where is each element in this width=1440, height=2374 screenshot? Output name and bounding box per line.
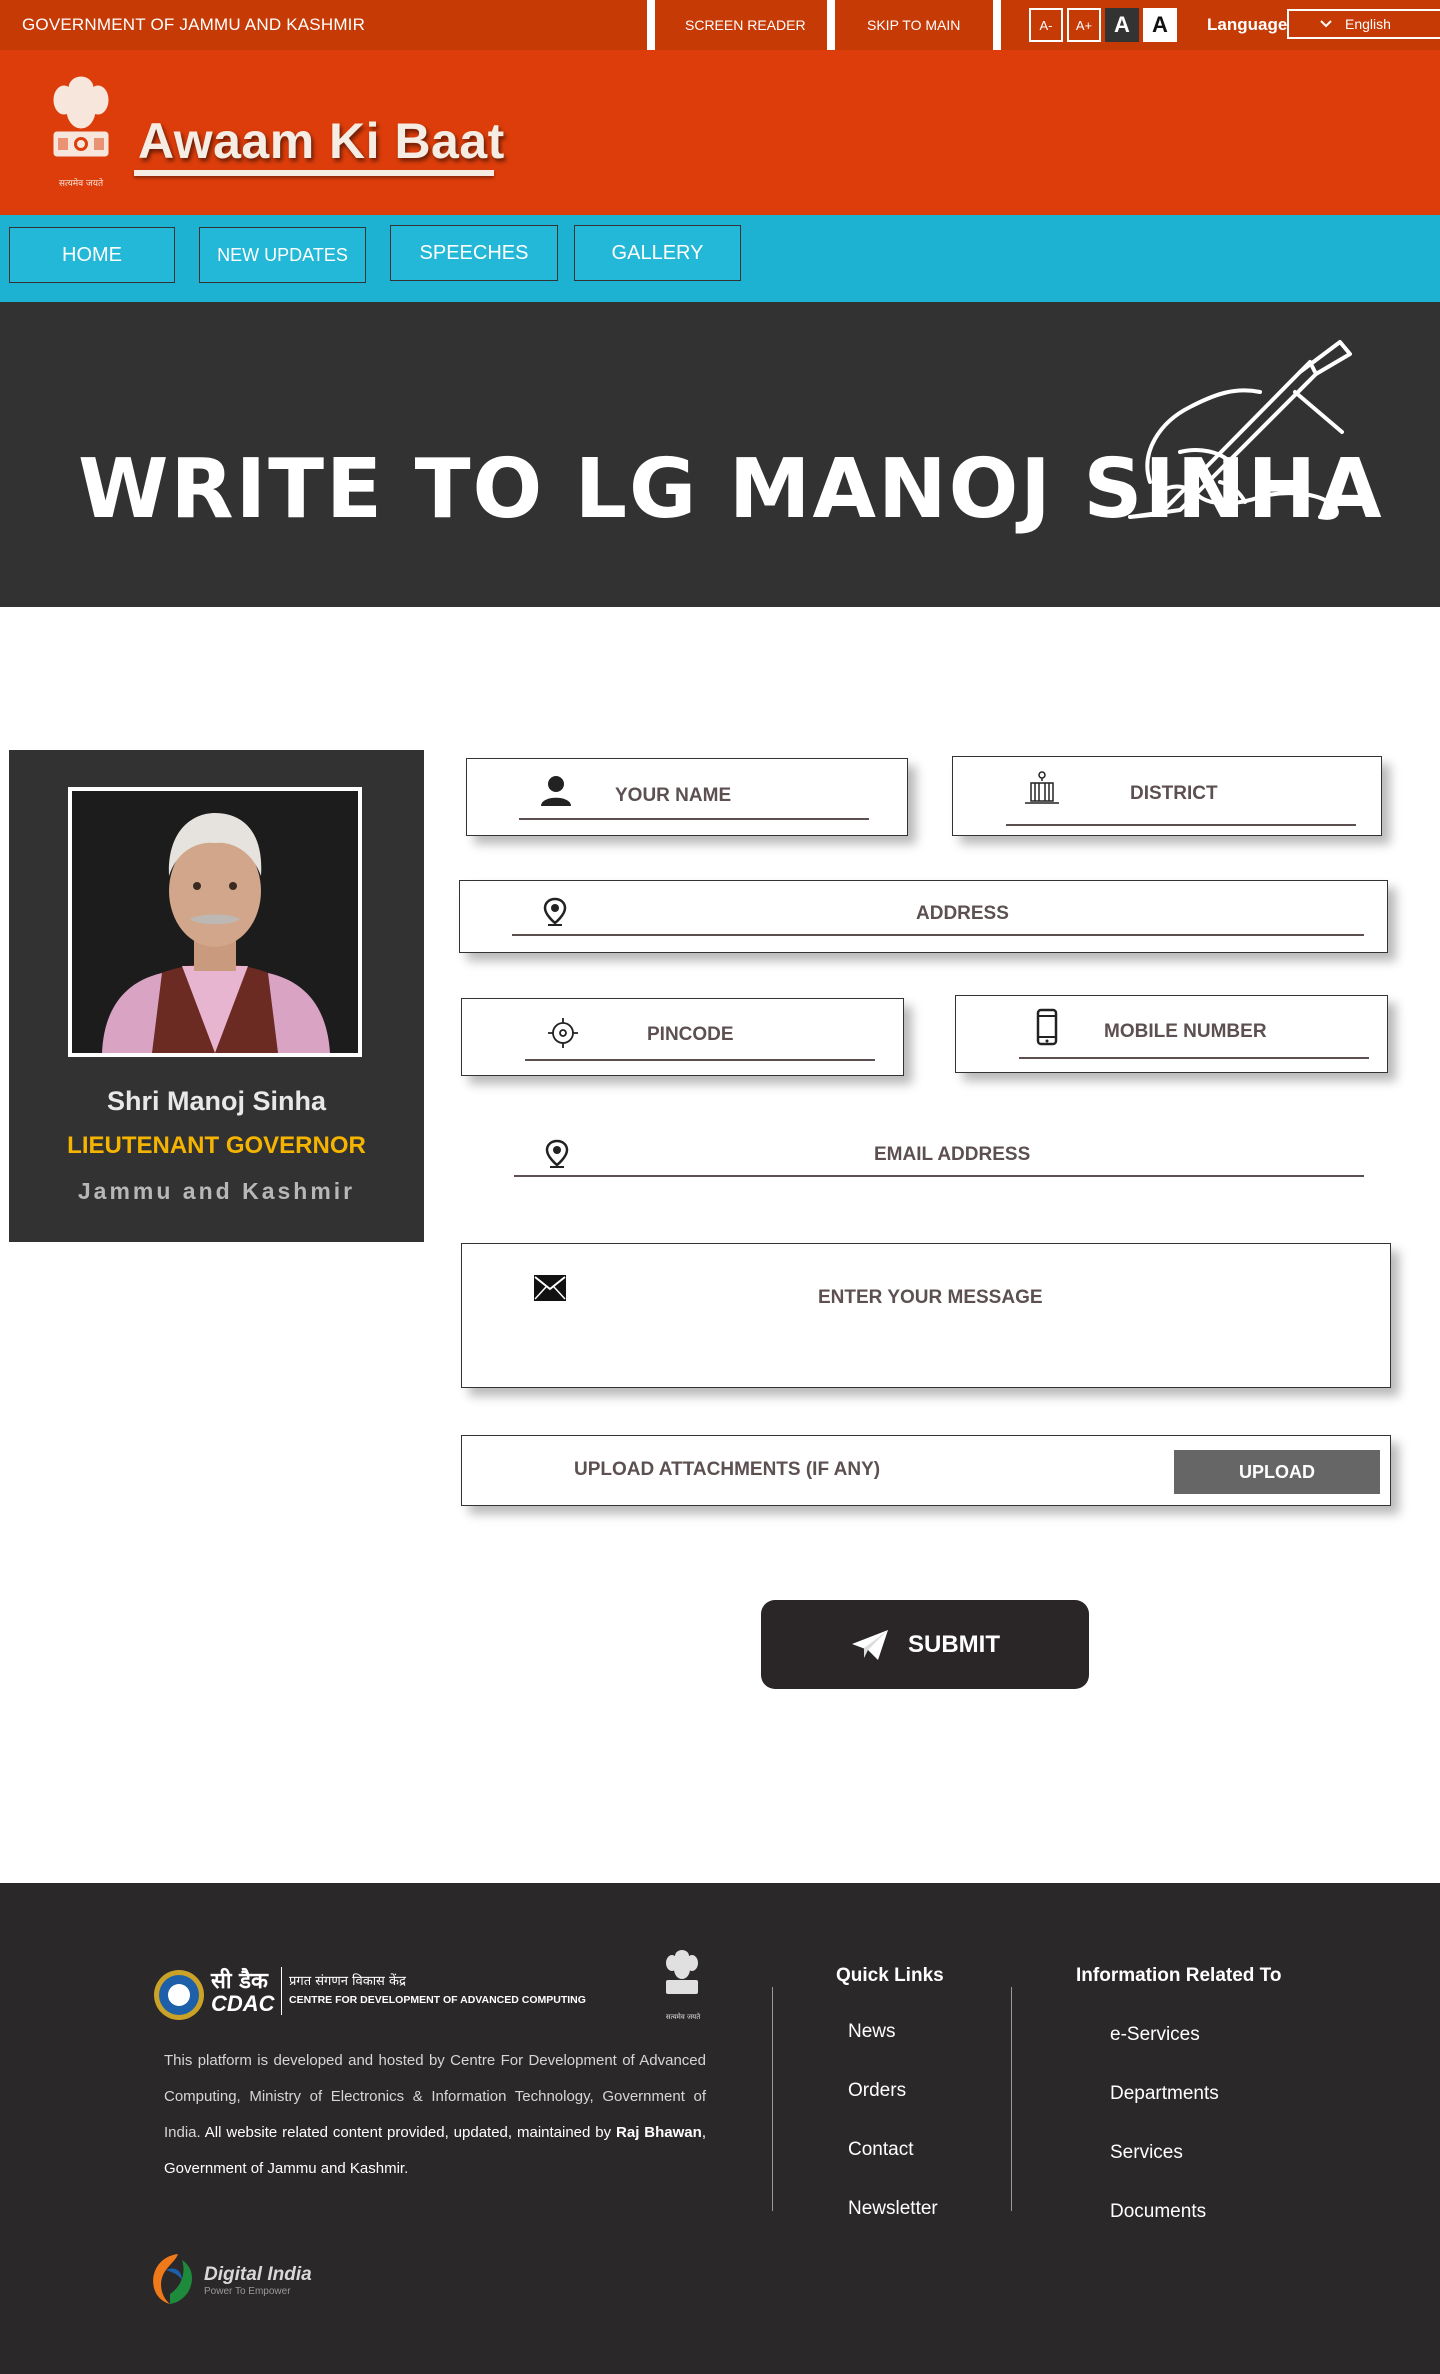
mobile-phone-icon: [1036, 1008, 1058, 1046]
upload-button[interactable]: UPLOAD: [1174, 1450, 1380, 1494]
font-large-button[interactable]: A: [1143, 8, 1177, 42]
cdac-short: CDAC: [211, 1991, 275, 2016]
pincode-placeholder: PINCODE: [647, 1024, 734, 1045]
nav-item-home[interactable]: HOME: [9, 227, 175, 283]
underline: [525, 1059, 875, 1061]
submit-label: SUBMIT: [908, 1630, 1000, 1658]
font-decrease-button[interactable]: A-: [1029, 8, 1063, 42]
underline: [514, 1175, 1364, 1177]
pincode-field[interactable]: PINCODE: [461, 998, 904, 1076]
font-increase-button[interactable]: A+: [1067, 8, 1101, 42]
footer-link-e-services[interactable]: e-Services: [1110, 2024, 1200, 2046]
footer-link-departments[interactable]: Departments: [1110, 2083, 1219, 2105]
cdac-full-name: CENTRE FOR DEVELOPMENT OF ADVANCED COMPU…: [289, 1994, 586, 2006]
national-emblem-icon: [53, 76, 109, 157]
location-pin-icon: [543, 897, 567, 926]
mobile-placeholder: MOBILE NUMBER: [1104, 1021, 1267, 1042]
digital-india-text: Digital India: [204, 2264, 312, 2285]
paper-plane-icon: [852, 1629, 888, 1660]
divider: [993, 0, 1001, 50]
footer-about-text: This platform is developed and hosted by…: [164, 2043, 706, 2187]
district-placeholder: DISTRICT: [1130, 783, 1218, 804]
chevron-down-icon: [1320, 20, 1332, 28]
digital-india-swirl-icon: [153, 2254, 192, 2304]
mobile-field[interactable]: MOBILE NUMBER: [955, 995, 1388, 1073]
location-pin-icon: [545, 1139, 569, 1168]
top-bar: GOVERNMENT OF JAMMU AND KASHMIR SCREEN R…: [0, 0, 1440, 50]
skip-to-main-link[interactable]: SKIP TO MAIN: [867, 17, 960, 33]
nav-item-speeches[interactable]: SPEECHES: [390, 225, 558, 281]
name-placeholder: YOUR NAME: [615, 785, 732, 806]
divider: [647, 0, 655, 50]
footer-link-services[interactable]: Services: [1110, 2142, 1183, 2164]
footer-emblem-motto: सत्यमेव जयते: [665, 2013, 701, 2021]
raj-bhawan-text: Raj Bhawan: [616, 2124, 702, 2141]
footer-link-orders[interactable]: Orders: [848, 2080, 906, 2102]
envelope-icon: [534, 1275, 566, 1301]
footer-link-news[interactable]: News: [848, 2021, 896, 2043]
divider: [1011, 1987, 1012, 2211]
title-underline: [134, 170, 494, 176]
cdac-logo: सी डैक CDAC प्रगत संगणन विकास केंद्र CEN…: [153, 1965, 593, 2021]
lg-photo: [68, 787, 362, 1057]
site-title[interactable]: Awaam Ki Baat: [138, 112, 505, 170]
nav-item-new-updates[interactable]: NEW UPDATES: [199, 227, 366, 283]
underline: [1006, 824, 1356, 826]
language-label: Language: [1207, 15, 1288, 34]
district-field[interactable]: DISTRICT: [952, 756, 1382, 836]
cdac-hindi-full: प्रगत संगणन विकास केंद्र: [289, 1974, 406, 1989]
digital-india-tagline: Power To Empower: [204, 2286, 291, 2297]
divider: [772, 1987, 773, 2211]
message-textarea[interactable]: ENTER YOUR MESSAGE: [461, 1243, 1391, 1388]
user-icon: [541, 776, 571, 806]
address-field[interactable]: ADDRESS: [459, 880, 1388, 953]
cdac-seal-icon: [154, 1970, 204, 2020]
underline: [512, 934, 1364, 936]
email-placeholder: EMAIL ADDRESS: [874, 1144, 1031, 1165]
language-value: English: [1345, 16, 1391, 32]
submit-button[interactable]: SUBMIT: [761, 1600, 1089, 1689]
footer-link-contact[interactable]: Contact: [848, 2139, 913, 2161]
lg-name: Shri Manoj Sinha: [106, 1086, 327, 1116]
quick-links-title: Quick Links: [836, 1965, 944, 1986]
font-normal-button[interactable]: A: [1105, 8, 1139, 42]
screen-reader-link[interactable]: SCREEN READER: [685, 17, 806, 33]
government-title: GOVERNMENT OF JAMMU AND KASHMIR: [22, 15, 366, 34]
underline: [1019, 1057, 1369, 1059]
upload-label: UPLOAD ATTACHMENTS (IF ANY): [574, 1459, 881, 1480]
national-emblem-icon: [666, 1950, 698, 1994]
footer-link-newsletter[interactable]: Newsletter: [848, 2198, 938, 2220]
name-field[interactable]: YOUR NAME: [466, 758, 908, 836]
lg-place: Jammu and Kashmir: [77, 1178, 356, 1204]
message-placeholder: ENTER YOUR MESSAGE: [818, 1287, 1043, 1308]
footer-link-documents[interactable]: Documents: [1110, 2201, 1206, 2223]
divider: [827, 0, 835, 50]
language-select[interactable]: English: [1287, 9, 1440, 39]
info-related-title: Information Related To: [1076, 1965, 1282, 1986]
site-header: सत्यमेव जयते Awaam Ki Baat: [0, 50, 1440, 215]
email-field[interactable]: EMAIL ADDRESS: [514, 1135, 1364, 1180]
nav-item-gallery[interactable]: GALLERY: [574, 225, 741, 281]
underline: [519, 818, 869, 820]
building-icon: [1025, 771, 1059, 804]
divider: [281, 1967, 282, 2015]
about-text-part: All website related content provided, up…: [200, 2124, 617, 2141]
main-navigation: HOME NEW UPDATES SPEECHES GALLERY: [0, 215, 1440, 302]
emblem-motto: सत्यमेव जयते: [58, 179, 104, 189]
digital-india-logo: Digital India Power To Empower: [148, 2250, 318, 2310]
address-placeholder: ADDRESS: [916, 903, 1009, 924]
hero-banner: WRITE TO LG MANOJ SINHA: [0, 302, 1440, 607]
lg-role: LIEUTENANT GOVERNOR: [67, 1132, 366, 1159]
crosshair-icon: [548, 1018, 578, 1048]
lg-profile-card: Shri Manoj Sinha LIEUTENANT GOVERNOR Jam…: [9, 750, 424, 1242]
writing-hand-icon: [1128, 340, 1352, 520]
